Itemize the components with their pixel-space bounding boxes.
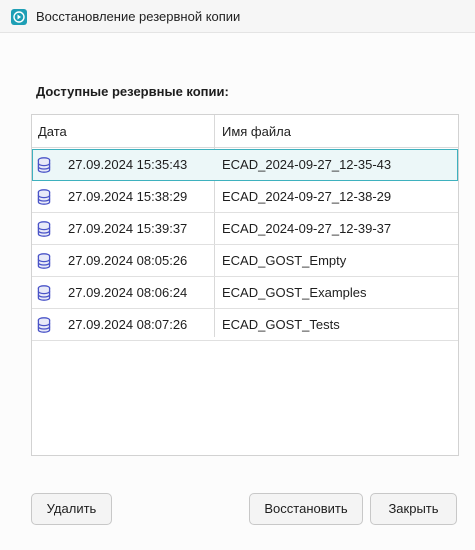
table-row[interactable]: 27.09.2024 15:39:37 ECAD_2024-09-27_12-39… bbox=[32, 213, 458, 245]
cell-filename: ECAD_2024-09-27_12-39-37 bbox=[222, 221, 392, 236]
column-header-date[interactable]: Дата bbox=[38, 115, 67, 148]
app-icon bbox=[11, 9, 27, 25]
backups-section-label: Доступные резервные копии: bbox=[36, 84, 229, 99]
database-icon bbox=[37, 157, 51, 173]
database-icon bbox=[37, 221, 51, 237]
database-icon bbox=[37, 253, 51, 269]
cell-date: 27.09.2024 15:39:37 bbox=[68, 221, 188, 236]
title-bar: Восстановление резервной копии bbox=[0, 0, 475, 33]
window-title: Восстановление резервной копии bbox=[36, 9, 241, 24]
close-button[interactable]: Закрыть bbox=[370, 493, 457, 525]
cell-date: 27.09.2024 08:06:24 bbox=[68, 285, 188, 300]
restore-button[interactable]: Восстановить bbox=[249, 493, 363, 525]
cell-filename: ECAD_GOST_Tests bbox=[222, 317, 340, 332]
database-icon bbox=[37, 317, 51, 333]
cell-filename: ECAD_GOST_Examples bbox=[222, 285, 367, 300]
table-row[interactable]: 27.09.2024 15:38:29 ECAD_2024-09-27_12-38… bbox=[32, 181, 458, 213]
restore-backup-dialog: Восстановление резервной копии Доступные… bbox=[0, 0, 475, 550]
cell-date: 27.09.2024 15:35:43 bbox=[68, 157, 188, 172]
table-row[interactable]: 27.09.2024 08:06:24 ECAD_GOST_Examples bbox=[32, 277, 458, 309]
cell-date: 27.09.2024 08:07:26 bbox=[68, 317, 188, 332]
table-row[interactable]: 27.09.2024 15:35:43 ECAD_2024-09-27_12-35… bbox=[32, 149, 458, 181]
table-row[interactable]: 27.09.2024 08:05:26 ECAD_GOST_Empty bbox=[32, 245, 458, 277]
backups-table: Дата Имя файла 27.09.2024 15:35:43 ECAD_2… bbox=[31, 114, 459, 456]
cell-filename: ECAD_GOST_Empty bbox=[222, 253, 347, 268]
database-icon bbox=[37, 189, 51, 205]
column-header-filename[interactable]: Имя файла bbox=[222, 115, 291, 148]
table-row[interactable]: 27.09.2024 08:07:26 ECAD_GOST_Tests bbox=[32, 309, 458, 341]
cell-date: 27.09.2024 08:05:26 bbox=[68, 253, 188, 268]
cell-filename: ECAD_2024-09-27_12-35-43 bbox=[222, 157, 392, 172]
cell-filename: ECAD_2024-09-27_12-38-29 bbox=[222, 189, 392, 204]
cell-date: 27.09.2024 15:38:29 bbox=[68, 189, 188, 204]
database-icon bbox=[37, 285, 51, 301]
delete-button[interactable]: Удалить bbox=[31, 493, 112, 525]
table-header: Дата Имя файла bbox=[32, 115, 458, 148]
